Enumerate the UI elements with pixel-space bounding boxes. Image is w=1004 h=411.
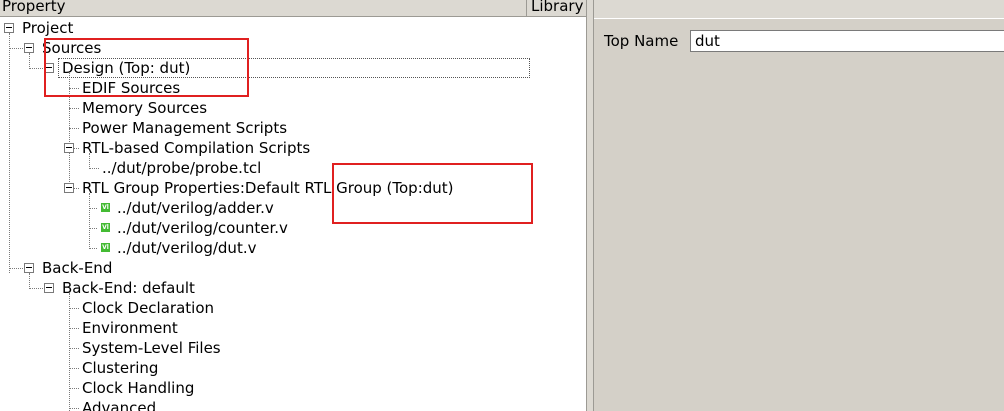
- tree-node-clock-declaration[interactable]: Clock Declaration: [82, 298, 214, 318]
- tree-connector: [89, 168, 99, 169]
- tree-connector: [69, 128, 79, 129]
- tree-node-sources[interactable]: Sources: [42, 38, 101, 58]
- tree-node-clock-handling[interactable]: Clock Handling: [82, 378, 194, 398]
- tree-connector: [89, 228, 97, 229]
- project-tree-panel: Property Library Project Sources Design …: [0, 0, 586, 411]
- tree-node-power-scripts[interactable]: Power Management Scripts: [82, 118, 287, 138]
- tree-connector: [89, 248, 97, 249]
- tree-guide-line: [89, 193, 90, 249]
- tree-node-system-level-files[interactable]: System-Level Files: [82, 338, 221, 358]
- collapse-icon[interactable]: [24, 263, 34, 273]
- tree-node-counter-v[interactable]: ../dut/verilog/counter.v: [117, 218, 288, 238]
- tree-connector: [69, 88, 79, 89]
- collapse-icon[interactable]: [44, 63, 54, 73]
- tree-node-adder-v[interactable]: ../dut/verilog/adder.v: [117, 198, 274, 218]
- top-name-label: Top Name: [604, 32, 679, 50]
- collapse-icon[interactable]: [24, 43, 34, 53]
- tree-node-back-end[interactable]: Back-End: [42, 258, 112, 278]
- tree-guide-line: [69, 73, 70, 188]
- tree-node-design[interactable]: Design (Top: dut): [58, 58, 530, 78]
- verilog-file-icon: Vl: [101, 243, 110, 252]
- collapse-icon[interactable]: [64, 143, 74, 153]
- tree-connector: [69, 328, 79, 329]
- properties-header: [594, 0, 1004, 19]
- tree-connector: [69, 388, 79, 389]
- project-tree: Project Sources Design (Top: dut) EDIF S…: [0, 0, 586, 411]
- collapse-icon[interactable]: [44, 283, 54, 293]
- verilog-file-icon: Vl: [101, 203, 110, 212]
- tree-node-rtl-scripts[interactable]: RTL-based Compilation Scripts: [82, 138, 310, 158]
- tree-node-rtl-group[interactable]: RTL Group Properties:Default RTL Group (…: [82, 178, 454, 198]
- tree-node-edif-sources[interactable]: EDIF Sources: [82, 78, 180, 98]
- tree-connector: [69, 348, 79, 349]
- splitter-handle[interactable]: [586, 0, 594, 411]
- tree-node-memory-sources[interactable]: Memory Sources: [82, 98, 207, 118]
- top-name-input[interactable]: [690, 30, 1004, 52]
- tree-node-back-end-default[interactable]: Back-End: default: [62, 278, 195, 298]
- tree-node-project[interactable]: Project: [22, 18, 73, 38]
- tree-guide-line: [29, 53, 30, 69]
- verilog-file-icon: Vl: [101, 223, 110, 232]
- tree-node-advanced[interactable]: Advanced: [82, 398, 156, 411]
- tree-connector: [69, 368, 79, 369]
- tree-connector: [69, 308, 79, 309]
- tree-guide-line: [29, 273, 30, 289]
- tree-connector: [69, 408, 79, 409]
- tree-guide-line: [9, 33, 10, 273]
- tree-node-clustering[interactable]: Clustering: [82, 358, 158, 378]
- tree-node-probe-tcl[interactable]: ../dut/probe/probe.tcl: [102, 158, 261, 178]
- tree-node-environment[interactable]: Environment: [82, 318, 178, 338]
- collapse-icon[interactable]: [64, 183, 74, 193]
- tree-guide-line: [69, 293, 70, 411]
- tree-connector: [69, 108, 79, 109]
- tree-connector: [89, 208, 97, 209]
- collapse-icon[interactable]: [4, 23, 14, 33]
- properties-panel: Top Name: [594, 0, 1004, 411]
- tree-node-dut-v[interactable]: ../dut/verilog/dut.v: [117, 238, 256, 258]
- header-divider: [594, 18, 1004, 19]
